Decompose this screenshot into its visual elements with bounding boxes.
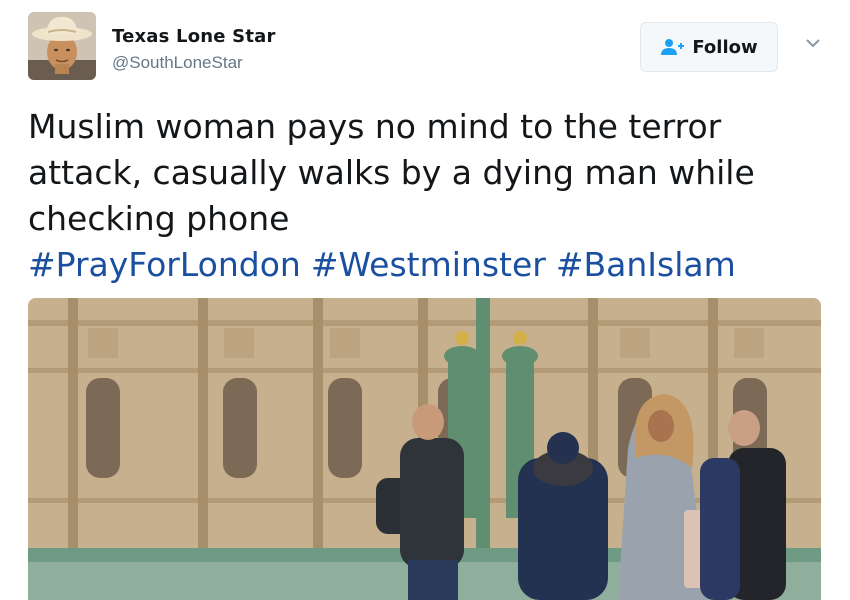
avatar[interactable] <box>28 12 96 80</box>
author-info: Texas Lone Star @SouthLoneStar <box>112 26 276 73</box>
tweet-photo[interactable] <box>28 298 821 600</box>
westminster-bridge-photo <box>28 298 821 600</box>
tweet-body: Muslim woman pays no mind to the terror … <box>28 107 755 238</box>
tweet-hashtags: #PrayForLondon #Westminster #BanIslam <box>28 245 746 284</box>
author-handle[interactable]: @SouthLoneStar <box>112 53 276 73</box>
tweet-text: Muslim woman pays no mind to the terror … <box>28 104 828 288</box>
follow-button[interactable]: Follow <box>640 22 778 72</box>
hashtag-link[interactable]: #BanIslam <box>556 245 736 284</box>
follow-user-icon <box>661 39 685 55</box>
author-display-name[interactable]: Texas Lone Star <box>112 26 276 47</box>
follow-button-label: Follow <box>692 36 758 58</box>
chevron-down-icon[interactable] <box>804 36 822 50</box>
hashtag-link[interactable]: #PrayForLondon <box>28 245 301 284</box>
tweet-card: Texas Lone Star @SouthLoneStar Follow Mu… <box>0 0 850 600</box>
avatar-cowboy-hat-icon <box>28 12 96 80</box>
hashtag-link[interactable]: #Westminster <box>311 245 546 284</box>
